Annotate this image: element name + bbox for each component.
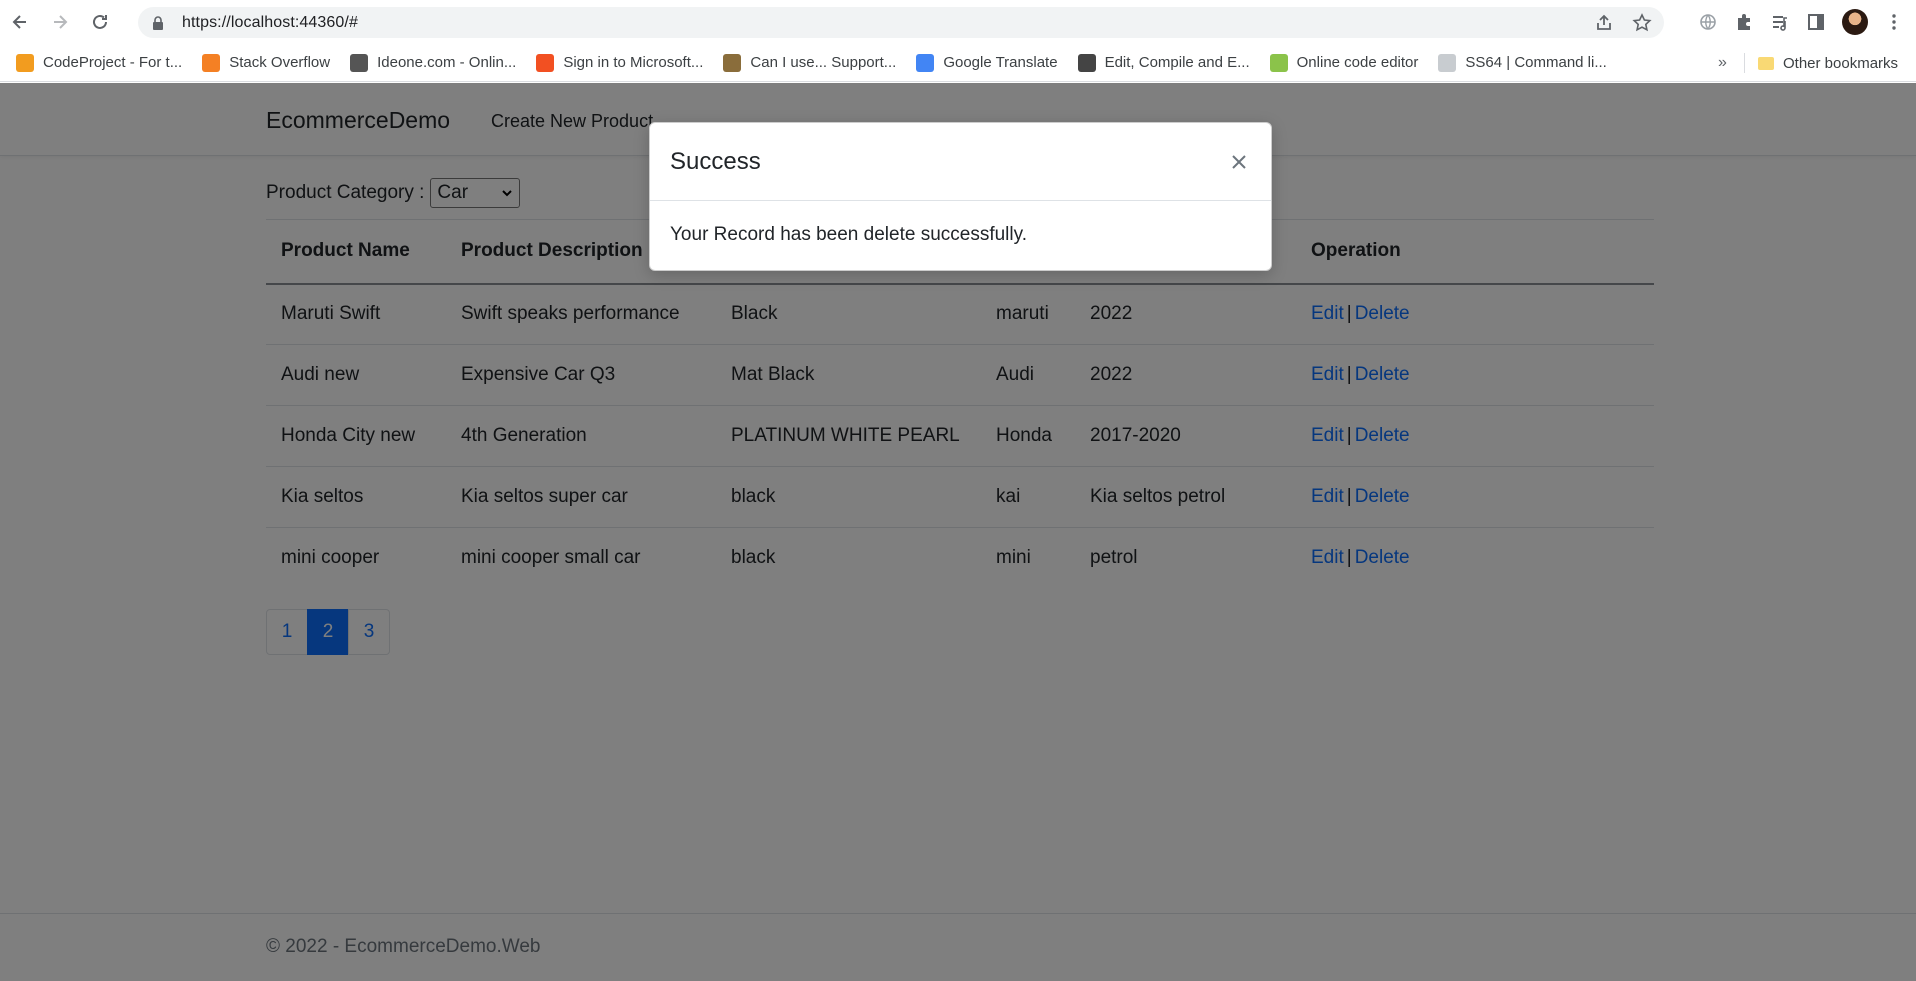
forward-arrow-icon (54, 15, 68, 29)
bookmark-caniuse[interactable]: Can I use... Support... (723, 53, 896, 72)
modal-header: Success (650, 123, 1271, 201)
modal-title: Success (670, 147, 761, 175)
address-bar[interactable]: https://localhost:44360/# (138, 7, 1664, 38)
ss64-icon (1438, 53, 1457, 72)
reload-button[interactable] (80, 0, 120, 44)
share-icon[interactable] (1594, 13, 1614, 33)
url-text[interactable]: https://localhost:44360/# (182, 14, 358, 32)
bookmark-microsoft[interactable]: Sign in to Microsoft... (536, 53, 703, 72)
reading-list-icon[interactable] (1770, 12, 1790, 32)
bookmark-ideone[interactable]: Ideone.com - Onlin... (350, 53, 516, 72)
lock-icon (153, 15, 163, 30)
close-icon (1232, 154, 1246, 169)
menu-kebab-icon[interactable] (1884, 12, 1904, 32)
caniuse-icon (723, 53, 742, 72)
bookmark-codeproject[interactable]: CodeProject - For t... (16, 53, 182, 72)
globe-icon[interactable] (1698, 12, 1718, 32)
browser-toolbar: https://localhost:44360/# (0, 0, 1916, 44)
microsoft-icon (536, 53, 555, 72)
folder-icon (1758, 56, 1774, 70)
modal-body: Your Record has been delete successfully… (650, 201, 1271, 269)
star-icon[interactable] (1632, 12, 1652, 33)
bookmark-edit-compile[interactable]: Edit, Compile and E... (1077, 53, 1250, 72)
stackoverflow-icon (202, 53, 221, 72)
bookmarks-bar: CodeProject - For t... Stack Overflow Id… (0, 44, 1916, 82)
bookmark-ss64[interactable]: SS64 | Command li... (1438, 53, 1607, 72)
extensions-puzzle-icon[interactable] (1734, 12, 1754, 32)
bookmark-stackoverflow[interactable]: Stack Overflow (202, 53, 330, 72)
ideone-icon (350, 53, 369, 72)
modal-close-button[interactable] (1227, 150, 1251, 174)
success-modal: Success Your Record has been delete succ… (649, 122, 1272, 271)
code-editor-icon (1269, 53, 1288, 72)
bookmarks-divider (1744, 53, 1745, 73)
modal-message: Your Record has been delete successfully… (670, 224, 1027, 245)
compiler-icon (1077, 53, 1096, 72)
bookmark-online-code-editor[interactable]: Online code editor (1269, 53, 1418, 72)
codeproject-icon (16, 53, 34, 72)
forward-button[interactable] (40, 0, 80, 44)
reload-icon (93, 14, 107, 29)
other-bookmarks[interactable]: Other bookmarks (1758, 44, 1898, 82)
back-button[interactable] (0, 0, 40, 44)
bookmarks-overflow-button[interactable]: » (1718, 44, 1727, 82)
bookmark-google-translate[interactable]: Google Translate (916, 53, 1058, 72)
side-panel-icon[interactable] (1806, 12, 1826, 32)
google-translate-icon (916, 53, 935, 72)
profile-avatar[interactable] (1842, 9, 1868, 35)
back-arrow-icon (12, 15, 26, 29)
